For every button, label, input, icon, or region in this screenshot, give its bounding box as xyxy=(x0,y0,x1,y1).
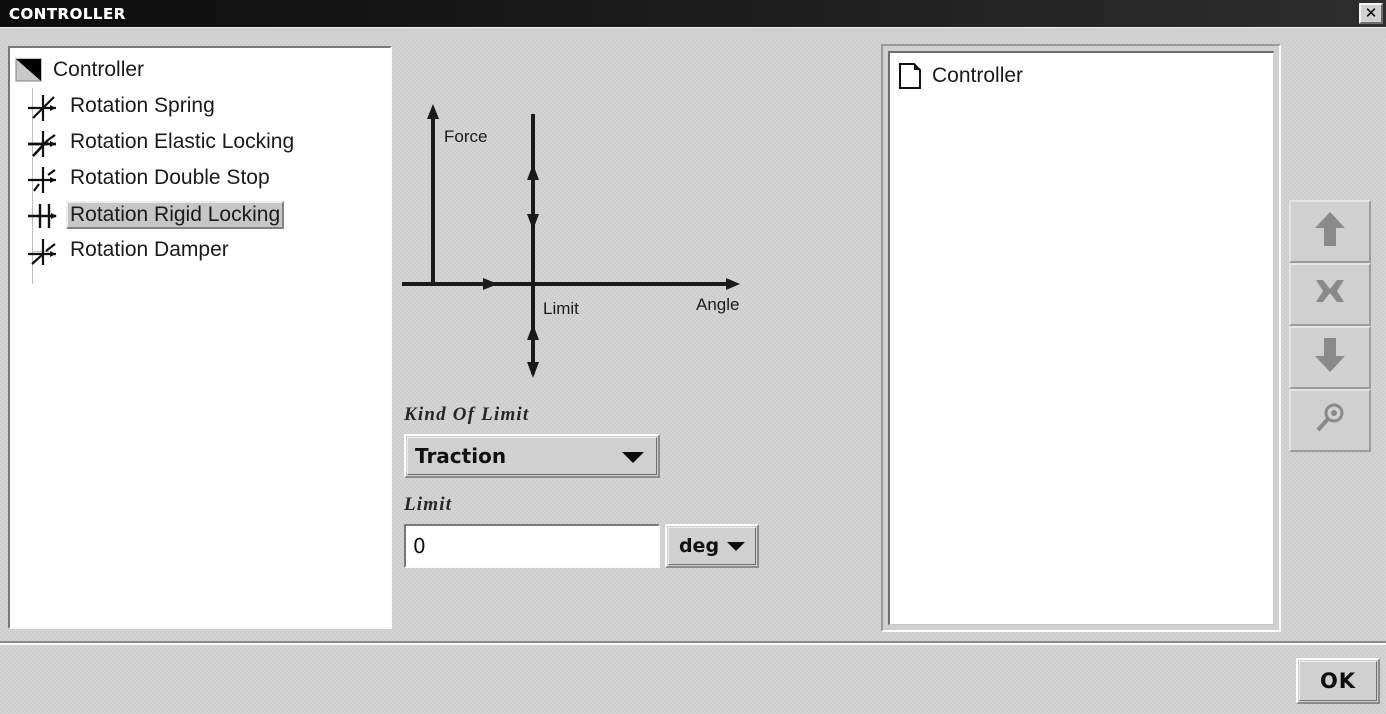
rotation-rigid-locking-icon xyxy=(24,200,62,230)
footer-separator xyxy=(0,641,1386,645)
center-column: Force Limit Angle Kind Of Limit Traction… xyxy=(400,46,870,629)
limit-unit-value: deg xyxy=(678,535,720,557)
kind-of-limit-label: Kind Of Limit xyxy=(404,404,530,425)
window-close-button[interactable]: ✕ xyxy=(1359,3,1383,24)
tree-item-rotation-spring[interactable]: Rotation Spring xyxy=(10,89,390,125)
rotation-elastic-locking-icon xyxy=(24,128,62,158)
window-titlebar: CONTROLLER ✕ xyxy=(0,0,1386,27)
ok-button[interactable]: OK xyxy=(1296,658,1380,704)
chevron-down-icon xyxy=(622,452,644,463)
tree-item-label: Rotation Rigid Locking xyxy=(66,200,285,230)
kind-of-limit-select[interactable]: Traction xyxy=(404,434,660,478)
document-icon xyxy=(898,62,922,90)
rotation-spring-icon xyxy=(24,92,62,122)
close-icon: ✕ xyxy=(1364,4,1378,22)
list-item-label: Controller xyxy=(932,64,1024,87)
chart-xlabel: Angle xyxy=(696,295,739,314)
titlebar-underline xyxy=(0,27,1386,37)
magnifier-icon xyxy=(1313,401,1347,440)
delete-button[interactable] xyxy=(1289,263,1371,326)
tree-item-label: Rotation Double Stop xyxy=(70,166,270,190)
force-angle-diagram: Force Limit Angle xyxy=(400,102,760,392)
arrow-down-icon xyxy=(1313,335,1347,380)
move-up-button[interactable] xyxy=(1289,200,1371,263)
chart-annotation-limit: Limit xyxy=(543,299,579,318)
tree-item-label: Rotation Damper xyxy=(70,238,229,262)
tree-item-label: Rotation Elastic Locking xyxy=(70,130,295,154)
controller-tree-panel[interactable]: Controller Rotation Spring Rotation Elas… xyxy=(8,46,392,629)
folder-open-icon xyxy=(15,57,43,85)
selected-controllers-panel: Controller xyxy=(881,44,1281,632)
arrow-up-icon xyxy=(1313,209,1347,254)
zoom-button[interactable] xyxy=(1289,389,1371,452)
list-actions-toolbar xyxy=(1289,200,1371,452)
controller-dialog: CONTROLLER ✕ Controller Rotation Spring … xyxy=(0,0,1386,714)
rotation-damper-icon xyxy=(24,236,62,266)
tree-item-rotation-elastic-locking[interactable]: Rotation Elastic Locking xyxy=(10,125,390,161)
selected-controllers-list[interactable]: Controller xyxy=(888,51,1274,625)
chevron-down-icon xyxy=(727,541,746,551)
close-x-icon xyxy=(1312,274,1348,315)
tree-item-rotation-damper[interactable]: Rotation Damper xyxy=(10,233,390,269)
ok-button-label: OK xyxy=(1319,669,1357,693)
limit-input-value: 0 xyxy=(413,534,426,558)
tree-item-label: Controller xyxy=(53,58,145,82)
tree-item-label: Rotation Spring xyxy=(70,94,215,118)
list-item[interactable]: Controller xyxy=(890,53,1273,93)
window-title: CONTROLLER xyxy=(9,4,126,23)
chart-ylabel: Force xyxy=(444,127,487,146)
kind-of-limit-value: Traction xyxy=(415,444,507,468)
limit-label: Limit xyxy=(404,494,453,515)
tree-root-container: Controller Rotation Spring Rotation Elas… xyxy=(10,48,390,284)
tree-item-rotation-double-stop[interactable]: Rotation Double Stop xyxy=(10,161,390,197)
rotation-double-stop-icon xyxy=(24,164,62,194)
limit-unit-select[interactable]: deg xyxy=(665,524,759,568)
move-down-button[interactable] xyxy=(1289,326,1371,389)
tree-item-rotation-rigid-locking[interactable]: Rotation Rigid Locking xyxy=(10,197,390,233)
tree-item-controller-root[interactable]: Controller xyxy=(10,53,390,89)
limit-input[interactable]: 0 xyxy=(404,524,660,568)
